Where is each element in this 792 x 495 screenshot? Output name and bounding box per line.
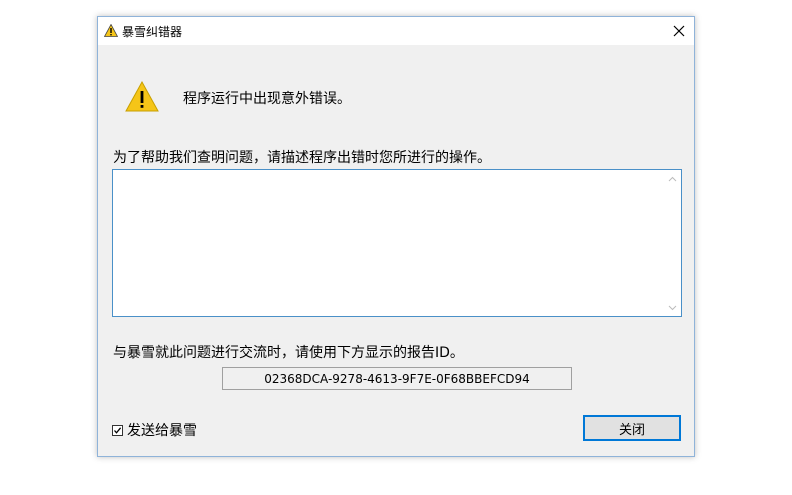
error-dialog: 暴雪纠错器 程序运行中出现意外错误。 为了帮助我们查明问题，请描述程序出错时您所… [97, 16, 695, 457]
close-button[interactable]: 关闭 [583, 415, 681, 441]
report-id-field[interactable]: 02368DCA-9278-4613-9F7E-0F68BBEFCD94 [222, 367, 572, 390]
error-message: 程序运行中出现意外错误。 [183, 91, 351, 107]
send-to-blizzard-checkbox[interactable]: 发送给暴雪 [112, 420, 197, 440]
window-title: 暴雪纠错器 [122, 25, 183, 39]
description-input[interactable] [113, 170, 665, 316]
warning-icon [125, 81, 159, 112]
close-icon[interactable] [664, 17, 694, 45]
checkbox-icon[interactable] [112, 424, 123, 436]
scroll-up-icon[interactable] [664, 170, 681, 187]
scroll-down-icon[interactable] [664, 299, 681, 316]
description-prompt: 为了帮助我们查明问题，请描述程序出错时您所进行的操作。 [113, 150, 491, 166]
vertical-scrollbar[interactable] [664, 170, 681, 316]
warning-icon [104, 24, 118, 37]
title-bar[interactable]: 暴雪纠错器 [98, 17, 694, 45]
report-id-label: 与暴雪就此问题进行交流时，请使用下方显示的报告ID。 [113, 345, 464, 361]
description-box [112, 169, 682, 317]
send-label: 发送给暴雪 [127, 423, 197, 439]
